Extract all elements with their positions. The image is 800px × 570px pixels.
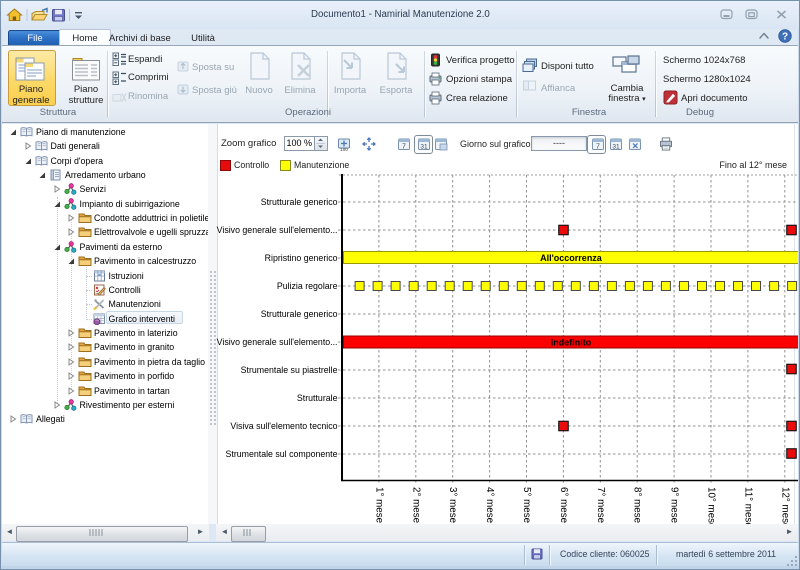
svg-text:31: 31: [612, 144, 620, 151]
svg-text:Visivo generale sull'elemento.: Visivo generale sull'elemento...: [217, 337, 338, 347]
svg-text:5° mese: 5° mese: [521, 487, 532, 524]
svg-text:6° mese: 6° mese: [558, 487, 569, 524]
svg-text:2° mese: 2° mese: [410, 487, 421, 524]
svg-text:?: ?: [782, 32, 788, 43]
svg-text:31: 31: [420, 144, 428, 151]
svg-text:3° mese: 3° mese: [447, 487, 458, 524]
svg-text:Strutturale generico: Strutturale generico: [261, 197, 338, 207]
svg-text:8° mese: 8° mese: [632, 487, 643, 524]
svg-text:100: 100: [340, 147, 348, 151]
svg-text:Visivo generale sull'elemento.: Visivo generale sull'elemento...: [217, 225, 338, 235]
svg-text:1° mese: 1° mese: [373, 487, 384, 524]
svg-text:All'occorrenza: All'occorrenza: [540, 253, 603, 263]
svg-text:Strumentale sul componente: Strumentale sul componente: [226, 449, 338, 459]
svg-text:Strutturale generico: Strutturale generico: [261, 309, 338, 319]
svg-text:12° mese: 12° mese: [779, 487, 790, 524]
svg-text:10° mese: 10° mese: [706, 487, 717, 524]
svg-text:7: 7: [402, 144, 406, 151]
svg-text:Pulizia regolare: Pulizia regolare: [277, 281, 338, 291]
svg-text:Visiva sull'elemento tecnico: Visiva sull'elemento tecnico: [230, 421, 337, 431]
svg-text:9° mese: 9° mese: [669, 487, 680, 524]
svg-text:4° mese: 4° mese: [484, 487, 495, 524]
svg-text:Ripristino generico: Ripristino generico: [265, 253, 338, 263]
svg-text:Strutturale: Strutturale: [297, 393, 338, 403]
svg-text:7° mese: 7° mese: [595, 487, 606, 524]
svg-text:indefinito: indefinito: [551, 337, 592, 347]
svg-text:11° mese: 11° mese: [742, 487, 753, 524]
svg-text:7: 7: [596, 144, 600, 151]
svg-text:Strumentale su piastrelle: Strumentale su piastrelle: [241, 365, 338, 375]
